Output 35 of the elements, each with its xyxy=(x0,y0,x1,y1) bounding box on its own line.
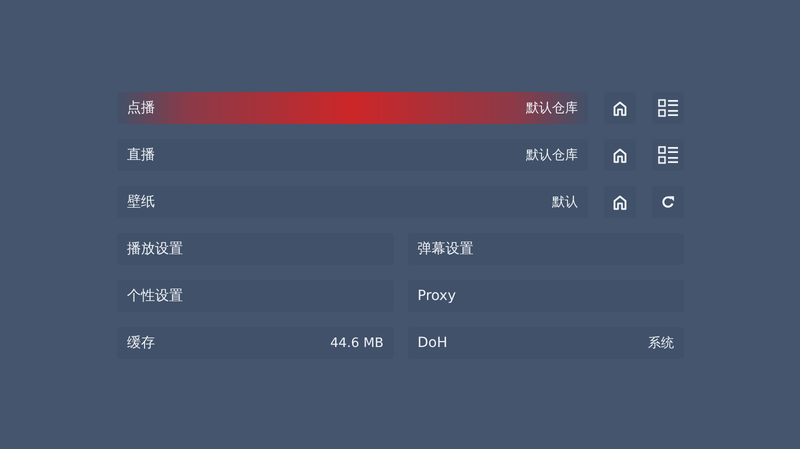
home-icon xyxy=(613,148,627,162)
settings-item[interactable]: 播放设置 xyxy=(117,233,394,265)
settings-item[interactable]: 个性设置 xyxy=(117,280,394,312)
row-label: 直播 xyxy=(127,146,155,164)
refresh-icon xyxy=(661,195,675,209)
refresh-button[interactable] xyxy=(652,186,684,218)
row-label: 点播 xyxy=(127,99,155,117)
item-label: 播放设置 xyxy=(127,240,183,258)
list-button[interactable] xyxy=(652,92,684,124)
grid-list-icon xyxy=(658,99,678,117)
item-label: DoH xyxy=(418,335,448,351)
source-row[interactable]: 点播 默认仓库 xyxy=(117,92,588,124)
settings-item[interactable]: 弹幕设置 xyxy=(408,233,684,265)
home-icon xyxy=(613,100,627,116)
settings-item[interactable]: DoH 系统 xyxy=(408,327,684,359)
row-value: 默认 xyxy=(552,194,578,211)
item-label: 个性设置 xyxy=(127,287,183,305)
home-button[interactable] xyxy=(604,139,636,171)
source-row[interactable]: 壁纸 默认 xyxy=(117,186,588,218)
list-button[interactable] xyxy=(652,139,684,171)
item-label: 缓存 xyxy=(127,334,155,352)
settings-item[interactable]: Proxy xyxy=(408,280,684,312)
item-value: 系统 xyxy=(648,335,674,352)
settings-item[interactable]: 缓存 44.6 MB xyxy=(117,327,394,359)
row-value: 默认仓库 xyxy=(526,100,578,117)
row-value: 默认仓库 xyxy=(526,147,578,164)
item-label: 弹幕设置 xyxy=(418,240,474,258)
home-icon xyxy=(613,194,627,210)
row-label: 壁纸 xyxy=(127,193,155,211)
item-label: Proxy xyxy=(418,288,456,304)
home-button[interactable] xyxy=(604,92,636,124)
item-value: 44.6 MB xyxy=(330,336,384,350)
home-button[interactable] xyxy=(604,186,636,218)
grid-list-icon xyxy=(658,146,678,164)
source-row[interactable]: 直播 默认仓库 xyxy=(117,139,588,171)
